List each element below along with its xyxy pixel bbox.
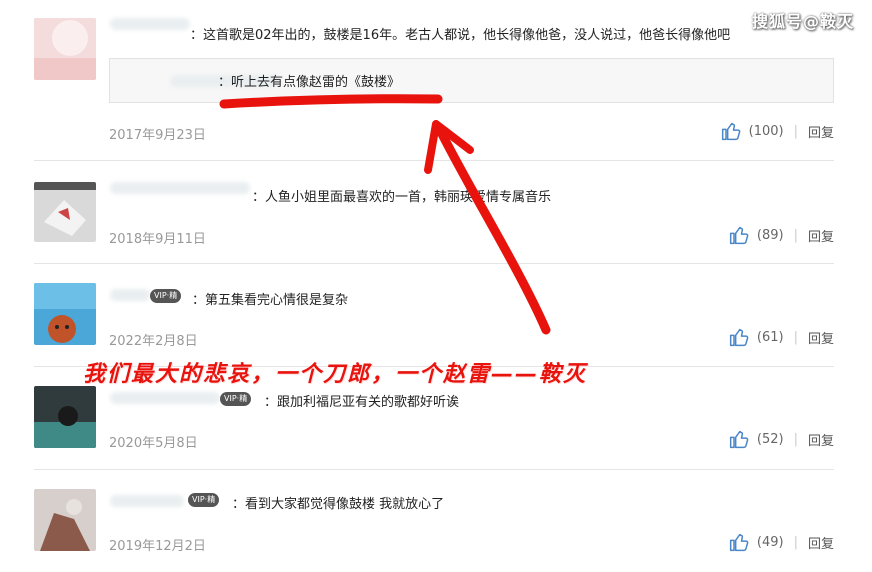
comment-date: 2020年5月8日 <box>109 436 198 451</box>
comment-item: ：这首歌是02年出的，鼓楼是16年。老古人都说，他长得像他爸，没人说过，他爸长得… <box>0 0 872 160</box>
separator: | <box>793 123 798 139</box>
like-count: (52) <box>756 431 784 447</box>
username[interactable] <box>110 18 190 30</box>
username[interactable] <box>110 289 150 301</box>
reply-button[interactable]: 回复 <box>808 328 834 347</box>
separator: | <box>793 227 798 243</box>
thumbs-up-icon[interactable] <box>729 532 749 552</box>
thumbs-up-icon[interactable] <box>721 121 741 141</box>
comment-text: ：第五集看完心情很是复杂 <box>192 293 349 308</box>
comment-text: ：看到大家都觉得像鼓楼 我就放心了 <box>232 497 445 512</box>
like-count: (100) <box>748 123 784 139</box>
vip-badge: VIP·精 <box>188 493 220 507</box>
separator: | <box>793 431 798 447</box>
comment-text: ：跟加利福尼亚有关的歌都好听诶 <box>264 395 460 410</box>
comment-actions: (49) | 回复 <box>729 532 834 552</box>
comment-text: ：这首歌是02年出的，鼓楼是16年。老古人都说，他长得像他爸，没人说过，他爸长得… <box>190 28 731 43</box>
avatar[interactable] <box>34 386 96 448</box>
reply-button[interactable]: 回复 <box>808 533 834 552</box>
thumbs-up-icon[interactable] <box>729 429 749 449</box>
comment-actions: (100) | 回复 <box>721 121 834 141</box>
avatar[interactable] <box>34 283 96 345</box>
thumbs-up-icon[interactable] <box>729 225 749 245</box>
comment-actions: (89) | 回复 <box>729 225 834 245</box>
comment-date: 2022年2月8日 <box>109 334 198 349</box>
separator: | <box>793 329 798 345</box>
comment-item: VIP·精 ：第五集看完心情很是复杂 2022年2月8日 (61) | 回复 <box>0 263 872 363</box>
username[interactable] <box>110 182 250 194</box>
comment-actions: (61) | 回复 <box>729 327 834 347</box>
quoted-reply: ：听上去有点像赵雷的《鼓楼》 <box>109 58 834 103</box>
vip-badge: VIP·精 <box>220 392 252 406</box>
thumbs-up-icon[interactable] <box>729 327 749 347</box>
reply-button[interactable]: 回复 <box>808 226 834 245</box>
separator: | <box>793 534 798 550</box>
comment-item: VIP·精 ：看到大家都觉得像鼓楼 我就放心了 2019年12月2日 (49) … <box>0 469 872 572</box>
comment-actions: (52) | 回复 <box>729 429 834 449</box>
comment-date: 2018年9月11日 <box>109 232 206 247</box>
quoted-reply-text: ：听上去有点像赵雷的《鼓楼》 <box>218 75 401 90</box>
avatar[interactable] <box>34 489 96 551</box>
comment-item: ：人鱼小姐里面最喜欢的一首，韩丽瑛爱情专属音乐 2018年9月11日 (89) … <box>0 160 872 260</box>
avatar[interactable] <box>34 18 96 80</box>
avatar[interactable] <box>34 182 96 242</box>
like-count: (61) <box>756 329 784 345</box>
reply-button[interactable]: 回复 <box>808 122 834 141</box>
comment-date: 2017年9月23日 <box>109 128 206 143</box>
vip-badge: VIP·精 <box>150 289 182 303</box>
username[interactable] <box>110 392 220 404</box>
username[interactable] <box>110 495 184 507</box>
like-count: (89) <box>756 227 784 243</box>
overlay-caption: 我们最大的悲哀，一个刀郎，一个赵雷——鞍灭 <box>83 362 588 387</box>
reply-button[interactable]: 回复 <box>808 430 834 449</box>
comment-text: ：人鱼小姐里面最喜欢的一首，韩丽瑛爱情专属音乐 <box>252 190 552 205</box>
like-count: (49) <box>756 534 784 550</box>
comment-date: 2019年12月2日 <box>109 539 206 554</box>
